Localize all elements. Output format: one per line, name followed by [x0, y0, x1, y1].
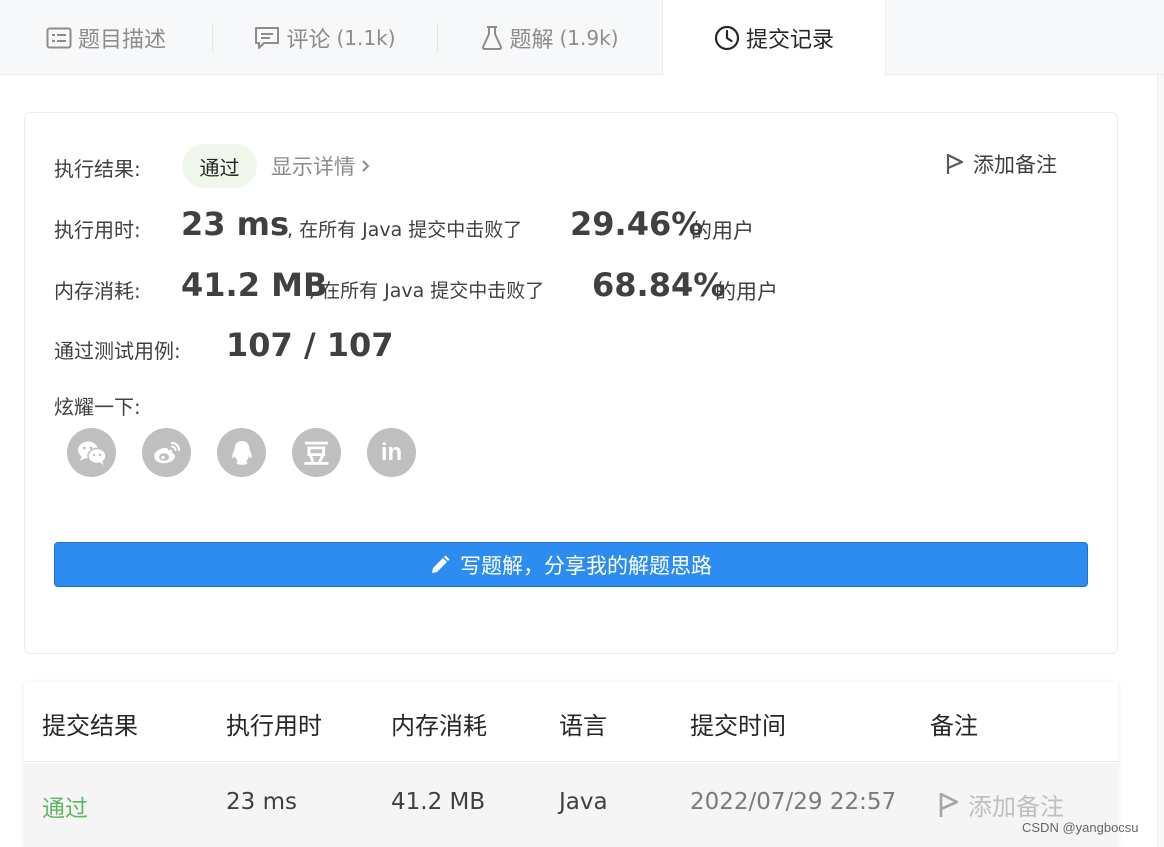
row-submit-time: 2022/07/29 22:57 — [690, 789, 897, 815]
column-header-result: 提交结果 — [42, 712, 138, 740]
tab-description[interactable]: 题目描述 — [0, 0, 212, 75]
share-weibo-button[interactable] — [142, 428, 191, 477]
show-details-link[interactable]: 显示详情 — [271, 151, 371, 181]
tests-value: 107 / 107 — [226, 326, 394, 364]
column-header-memory: 内存消耗 — [391, 712, 487, 740]
runtime-percent: 29.46% — [570, 205, 704, 243]
row-memory: 41.2 MB — [391, 789, 486, 815]
tab-comments[interactable]: 评论 (1.1k) — [213, 0, 437, 75]
douban-icon: 豆 — [303, 440, 330, 470]
write-solution-text: 写题解，分享我的解题思路 — [460, 553, 712, 578]
share-linkedin-button[interactable]: in — [367, 428, 416, 477]
tab-bar: 题目描述 评论 (1.1k) 题解 (1.9k) 提交记录 — [0, 0, 1164, 76]
table-header: 提交结果 执行用时 内存消耗 语言 提交时间 备注 — [24, 682, 1118, 762]
chevron-right-icon — [362, 160, 370, 172]
memory-percent: 68.84% — [592, 266, 726, 304]
tab-label: 提交记录 — [745, 28, 834, 53]
tab-label: 评论 — [286, 27, 331, 53]
table-row[interactable]: 通过 23 ms 41.2 MB Java 2022/07/29 22:57 添… — [24, 763, 1118, 847]
flag-icon — [946, 154, 964, 174]
comment-icon — [255, 26, 280, 49]
status-badge: 通过 — [182, 144, 257, 188]
scroll-gutter — [1157, 75, 1164, 847]
share-douban-button[interactable]: 豆 — [292, 428, 341, 477]
add-note-text: 添加备注 — [973, 153, 1057, 177]
memory-value: 41.2 MB — [181, 266, 328, 304]
pencil-icon — [432, 555, 450, 573]
tab-count: (1.1k) — [336, 25, 396, 50]
wechat-icon — [77, 441, 107, 465]
memory-beat-text: , 在所有 Java 提交中击败了 — [309, 280, 545, 302]
row-runtime: 23 ms — [226, 789, 297, 815]
tests-label: 通过测试用例: — [54, 339, 181, 363]
show-details-text: 显示详情 — [271, 155, 355, 179]
flag-icon — [939, 792, 959, 817]
runtime-value: 23 ms — [181, 205, 290, 243]
clock-icon — [714, 25, 740, 51]
column-header-time: 提交时间 — [690, 712, 786, 740]
tab-label: 题解 — [509, 27, 554, 53]
tab-label: 题目描述 — [77, 27, 166, 53]
runtime-label: 执行用时: — [54, 218, 141, 242]
tab-submissions[interactable]: 提交记录 — [662, 0, 886, 76]
submission-result-card: 执行结果: 通过 显示详情 添加备注 执行用时: 23 ms , 在所有 Jav… — [24, 112, 1118, 654]
column-header-runtime: 执行用时 — [226, 712, 322, 740]
linkedin-icon: in — [380, 438, 403, 466]
status-label: 执行结果: — [54, 157, 141, 181]
row-language: Java — [559, 789, 608, 815]
add-note-button[interactable]: 添加备注 — [945, 149, 1057, 179]
memory-label: 内存消耗: — [54, 279, 141, 303]
memory-suffix: 的用户 — [715, 280, 778, 304]
tab-count: (1.9k) — [559, 25, 619, 50]
column-header-language: 语言 — [559, 712, 607, 740]
weibo-icon — [153, 441, 180, 463]
row-add-note-button[interactable]: 添加备注 — [938, 787, 1064, 822]
share-label: 炫耀一下: — [54, 395, 141, 419]
share-wechat-button[interactable] — [67, 428, 116, 477]
write-solution-button[interactable]: 写题解，分享我的解题思路 — [54, 542, 1088, 587]
column-header-note: 备注 — [930, 712, 978, 740]
submissions-table: 提交结果 执行用时 内存消耗 语言 提交时间 备注 通过 23 ms 41.2 … — [24, 682, 1118, 847]
watermark: CSDN @yangbocsu — [1022, 820, 1139, 835]
runtime-beat-text: , 在所有 Java 提交中击败了 — [287, 219, 523, 241]
description-icon — [46, 27, 72, 48]
row-result-link[interactable]: 通过 — [42, 789, 88, 823]
tab-solutions[interactable]: 题解 (1.9k) — [438, 0, 662, 75]
row-add-note-text: 添加备注 — [968, 793, 1064, 821]
share-qq-button[interactable] — [217, 428, 266, 477]
flask-icon — [482, 25, 503, 50]
runtime-suffix: 的用户 — [691, 219, 754, 243]
qq-icon — [231, 440, 252, 465]
